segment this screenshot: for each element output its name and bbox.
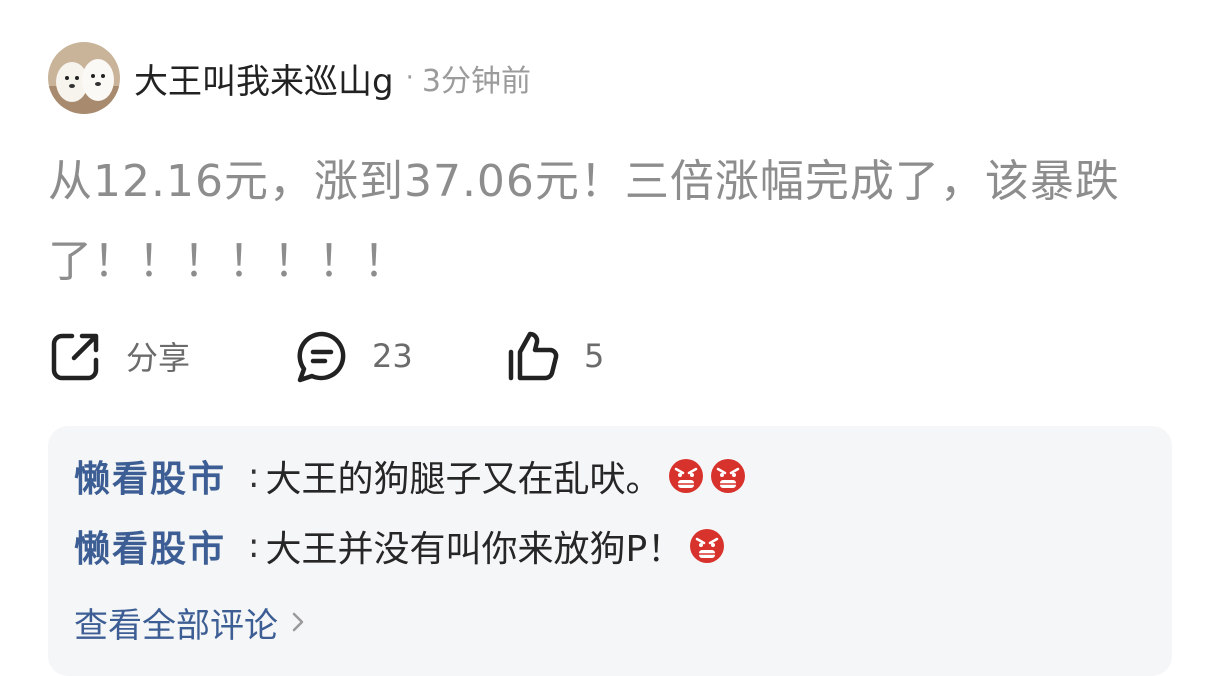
chevron-right-icon bbox=[292, 612, 304, 632]
author-avatar[interactable] bbox=[48, 42, 120, 114]
comments-preview: 懒看股市 : 大王的狗腿子又在乱吠。 懒看股市 : 大王并没有叫你来放狗P！ 查… bbox=[48, 426, 1172, 676]
comment-item[interactable]: 懒看股市 : 大王的狗腿子又在乱吠。 bbox=[74, 446, 746, 506]
comment-separator: : bbox=[248, 526, 260, 566]
comment-button[interactable]: 23 bbox=[294, 326, 413, 386]
comment-separator: : bbox=[248, 456, 260, 496]
header-separator: · bbox=[405, 63, 414, 93]
commenter-name[interactable]: 懒看股市 bbox=[74, 520, 226, 572]
like-button[interactable]: 5 bbox=[506, 326, 604, 386]
view-all-comments-link[interactable]: 查看全部评论 bbox=[74, 594, 306, 650]
share-label: 分享 bbox=[126, 339, 191, 377]
post-time: 3分钟前 bbox=[421, 64, 531, 99]
comment-text: 大王并没有叫你来放狗P！ bbox=[265, 529, 684, 570]
comment-count: 23 bbox=[372, 337, 413, 375]
share-icon bbox=[51, 333, 99, 381]
view-all-label: 查看全部评论 bbox=[74, 605, 278, 646]
post-header: 大王叫我来巡山g · 3分钟前 bbox=[134, 52, 531, 104]
comment-text: 大王的狗腿子又在乱吠。 bbox=[265, 459, 662, 500]
like-count: 5 bbox=[584, 337, 605, 375]
comment-item[interactable]: 懒看股市 : 大王并没有叫你来放狗P！ bbox=[74, 516, 725, 576]
commenter-name[interactable]: 懒看股市 bbox=[74, 450, 226, 502]
post-content[interactable]: 从12.16元，涨到37.06元！三倍涨幅完成了，该暴跌了！！！！！！！ bbox=[48, 142, 1178, 302]
angry-face-icon bbox=[668, 459, 703, 493]
angry-face-icon bbox=[710, 459, 745, 493]
thumbs-up-icon bbox=[508, 331, 559, 381]
angry-face-icon bbox=[690, 529, 725, 563]
dogs-avatar-image bbox=[48, 42, 120, 114]
comment-bubble-icon bbox=[297, 331, 346, 383]
author-name[interactable]: 大王叫我来巡山g bbox=[134, 54, 394, 103]
share-button[interactable]: 分享 bbox=[48, 326, 190, 386]
